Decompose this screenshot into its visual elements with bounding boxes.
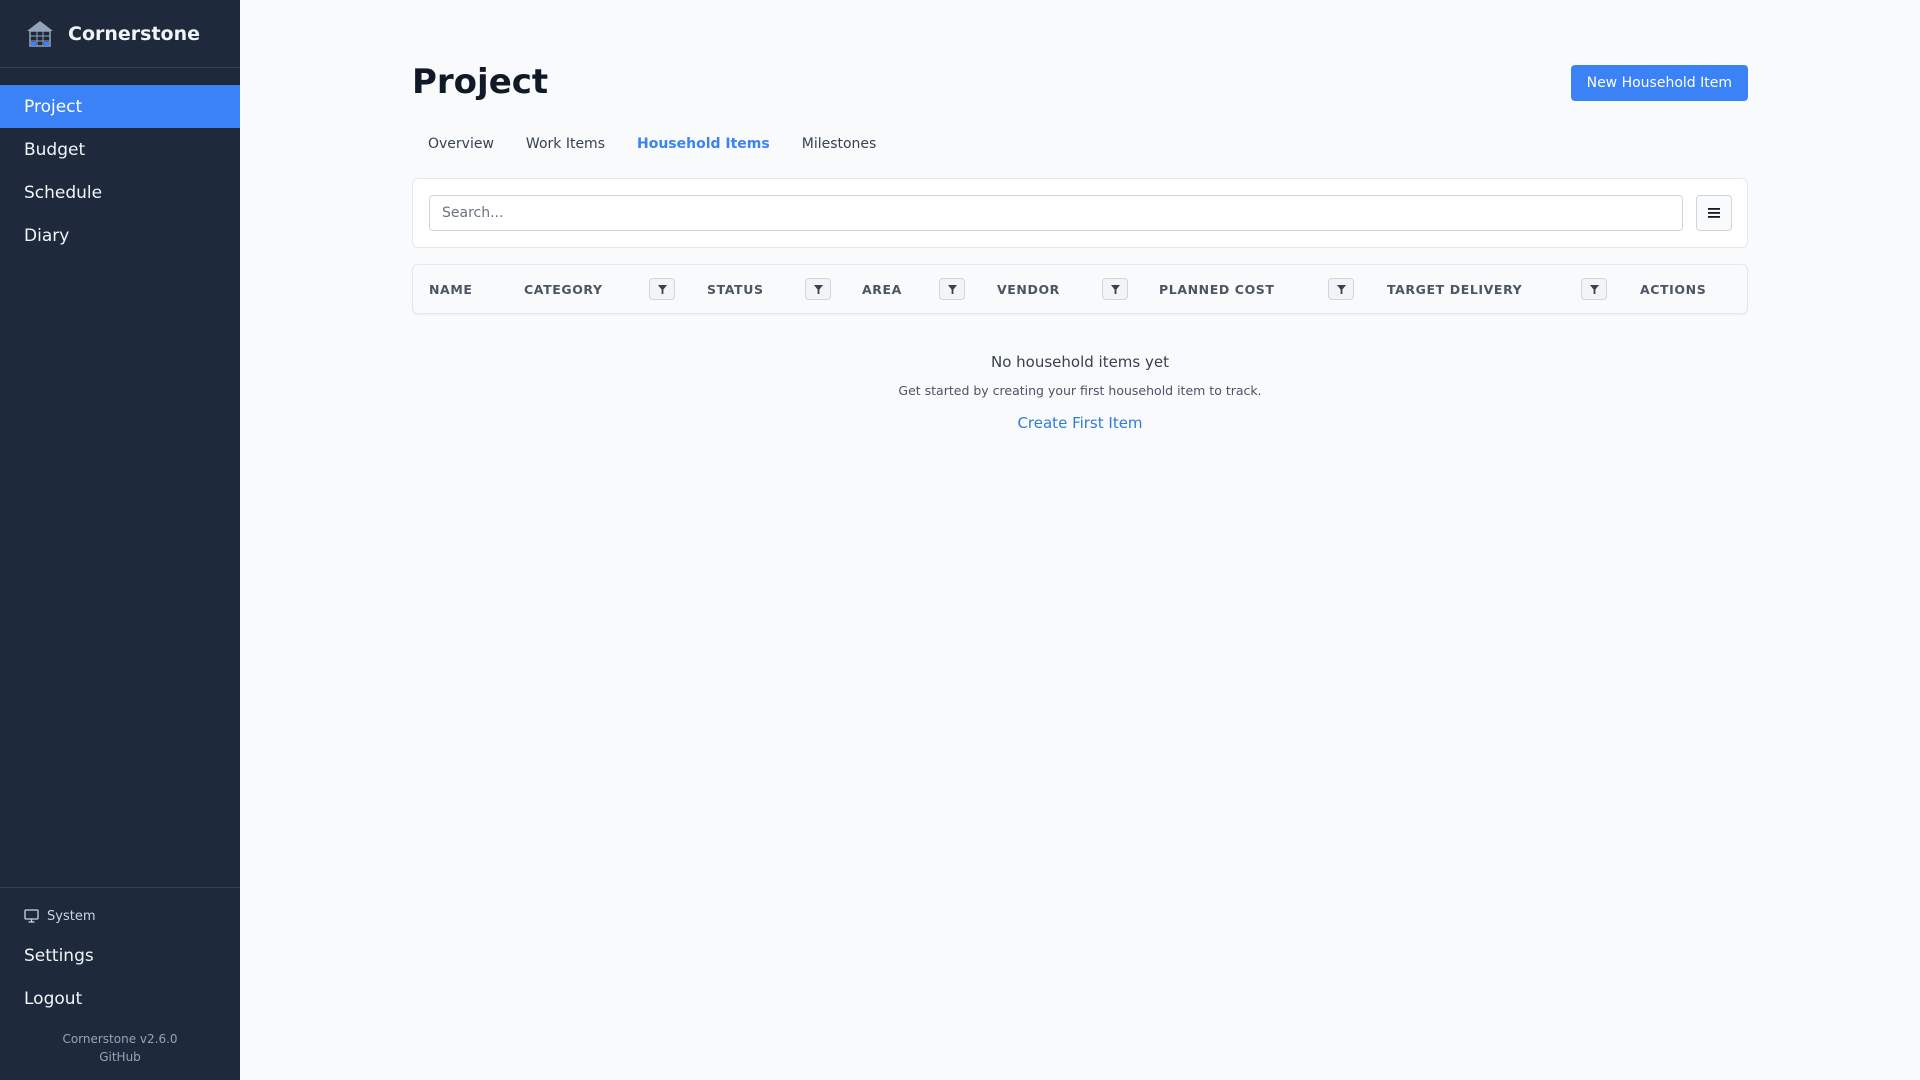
menu-icon: [1708, 208, 1720, 218]
page-header: Project New Household Item: [412, 0, 1748, 102]
create-first-item-link[interactable]: Create First Item: [1017, 414, 1142, 432]
brand[interactable]: Cornerstone: [0, 0, 240, 68]
sidebar-item-diary[interactable]: Diary: [0, 214, 240, 257]
theme-toggle[interactable]: System: [0, 906, 240, 926]
column-header-target-delivery[interactable]: TARGET DELIVERY: [1387, 265, 1522, 313]
version-text: Cornerstone v2.6.0: [62, 1032, 178, 1046]
area-filter-button[interactable]: [939, 278, 965, 300]
filter-icon: [1589, 284, 1599, 294]
filter-icon: [1336, 284, 1346, 294]
filter-icon: [947, 284, 957, 294]
logout-link[interactable]: Logout: [0, 977, 240, 1020]
house-building-icon: [27, 20, 53, 47]
main-content: Project New Household Item Overview Work…: [412, 0, 1748, 432]
page-title: Project: [412, 62, 549, 102]
vendor-filter-button[interactable]: [1102, 278, 1128, 300]
tabs: Overview Work Items Household Items Mile…: [412, 131, 892, 157]
table-header: NAME CATEGORY STATUS AREA VENDOR PLANNED…: [412, 264, 1748, 314]
empty-state-title: No household items yet: [990, 353, 1169, 371]
github-link[interactable]: GitHub: [0, 1048, 240, 1066]
empty-state-text: Get started by creating your first house…: [898, 383, 1262, 398]
brand-name: Cornerstone: [68, 22, 201, 45]
planned-cost-filter-button[interactable]: [1328, 278, 1354, 300]
column-header-status[interactable]: STATUS: [707, 265, 764, 313]
monitor-icon: [24, 909, 39, 923]
filter-icon: [813, 284, 823, 294]
sidebar-footer: System Settings Logout Cornerstone v2.6.…: [0, 887, 240, 1080]
column-header-planned-cost[interactable]: PLANNED COST: [1159, 265, 1275, 313]
theme-label: System: [47, 908, 96, 924]
tab-work-items[interactable]: Work Items: [510, 131, 621, 157]
column-header-vendor[interactable]: VENDOR: [997, 265, 1060, 313]
column-header-name[interactable]: NAME: [429, 265, 473, 313]
search-input[interactable]: [429, 195, 1683, 231]
sidebar-nav: Project Budget Schedule Diary: [0, 85, 240, 257]
search-card: [412, 178, 1748, 248]
empty-state: No household items yet Get started by cr…: [412, 350, 1748, 432]
sidebar-item-schedule[interactable]: Schedule: [0, 171, 240, 214]
columns-menu-button[interactable]: [1696, 195, 1732, 231]
category-filter-button[interactable]: [649, 278, 675, 300]
filter-icon: [1110, 284, 1120, 294]
status-filter-button[interactable]: [805, 278, 831, 300]
sidebar-item-budget[interactable]: Budget: [0, 128, 240, 171]
tab-overview[interactable]: Overview: [412, 131, 510, 157]
tab-milestones[interactable]: Milestones: [786, 131, 893, 157]
version-info: Cornerstone v2.6.0 GitHub: [0, 1020, 240, 1080]
sidebar-item-project[interactable]: Project: [0, 85, 240, 128]
new-household-item-button[interactable]: New Household Item: [1570, 65, 1748, 101]
column-header-actions: ACTIONS: [1640, 281, 1707, 297]
column-header-area[interactable]: AREA: [862, 265, 902, 313]
sidebar: Cornerstone Project Budget Schedule Diar…: [0, 0, 240, 1080]
filter-icon: [657, 284, 667, 294]
tab-household-items[interactable]: Household Items: [621, 131, 786, 157]
column-header-category[interactable]: CATEGORY: [524, 265, 603, 313]
target-delivery-filter-button[interactable]: [1581, 278, 1607, 300]
settings-link[interactable]: Settings: [0, 934, 240, 977]
